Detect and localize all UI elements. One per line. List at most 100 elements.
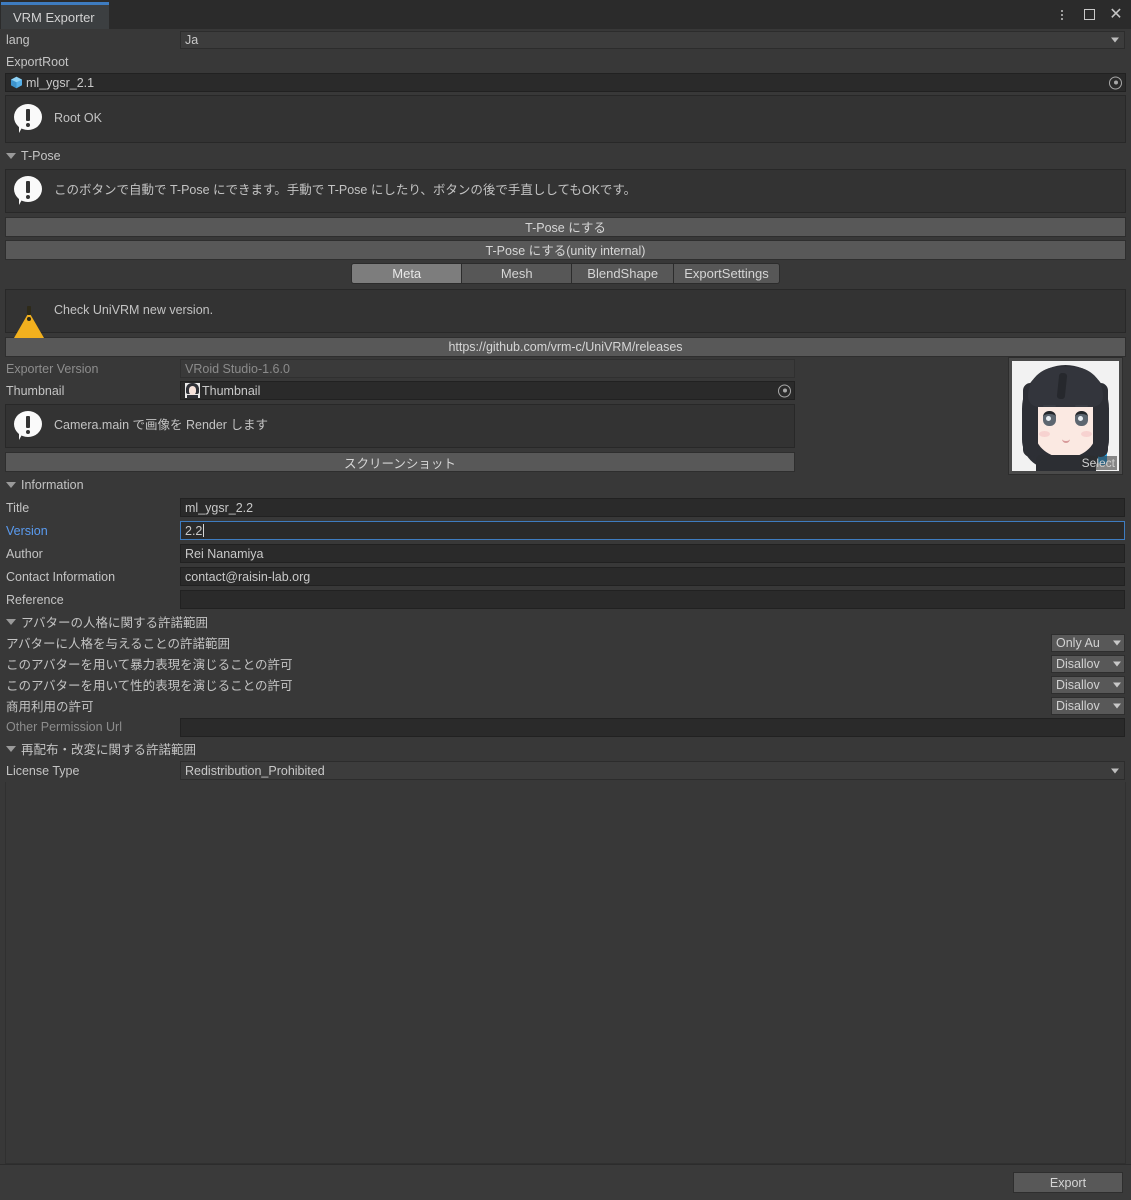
chevron-down-icon <box>6 482 16 488</box>
chevron-down-icon <box>1113 682 1121 687</box>
commercial-usage-dropdown[interactable]: Disallov <box>1051 696 1125 715</box>
thumbnail-preview-icon <box>185 383 200 398</box>
thumbnail-preview-panel[interactable]: Select <box>1008 357 1123 475</box>
object-picker-icon[interactable] <box>1109 76 1122 89</box>
lang-row: lang Ja <box>0 29 1131 51</box>
reference-input[interactable] <box>180 590 1125 609</box>
exporter-version-field: VRoid Studio-1.6.0 <box>180 359 795 378</box>
version-value: 2.2 <box>185 523 203 538</box>
violent-usage-label: このアバターを用いて暴力表現を演じることの許可 <box>6 658 293 672</box>
sexual-usage-label: このアバターを用いて性的表現を演じることの許可 <box>6 679 293 693</box>
info-icon <box>14 411 44 441</box>
version-input[interactable]: 2.2 <box>180 521 1125 540</box>
chevron-down-icon <box>1111 37 1119 43</box>
tpose-button[interactable]: T-Pose にする <box>5 216 1126 237</box>
other-permission-url-input[interactable] <box>180 717 1125 737</box>
license-type-value: Redistribution_Prohibited <box>185 763 325 778</box>
thumbnail-object-field[interactable]: Thumbnail <box>180 381 795 400</box>
chevron-down-icon <box>6 745 16 752</box>
univrm-releases-link-button[interactable]: https://github.com/vrm-c/UniVRM/releases <box>5 336 1126 357</box>
tab-mesh[interactable]: Mesh <box>461 263 572 284</box>
author-row: Author Rei Nanamiya <box>0 542 1131 565</box>
violent-usage-value: Disallov <box>1056 656 1100 671</box>
window-controls: ✕ <box>1053 0 1125 29</box>
redistribution-foldout[interactable]: 再配布・改変に関する許諾範囲 <box>0 738 1131 759</box>
violent-usage-row: このアバターを用いて暴力表現を演じることの許可 Disallov <box>0 653 1131 674</box>
root-status-message: Root OK <box>54 111 102 126</box>
thumbnail-row: Thumbnail Thumbnail <box>0 379 1131 402</box>
allowed-user-dropdown[interactable]: Only Au <box>1051 633 1125 652</box>
kebab-menu-icon[interactable] <box>1053 6 1071 24</box>
title-value: ml_ygsr_2.2 <box>185 500 254 515</box>
violent-usage-dropdown[interactable]: Disallov <box>1051 654 1125 673</box>
export-root-label: ExportRoot <box>6 54 69 69</box>
allowed-user-label: アバターに人格を与えることの許諾範囲 <box>6 637 231 651</box>
exporter-version-label: Exporter Version <box>6 361 99 376</box>
render-hint-text: Camera.main で画像を Render します <box>54 418 268 433</box>
tpose-foldout-label: T-Pose <box>21 149 61 163</box>
chevron-down-icon <box>1111 768 1119 773</box>
univrm-version-warning: Check UniVRM new version. <box>5 289 1126 338</box>
commercial-usage-row: 商用利用の許可 Disallov <box>0 695 1131 716</box>
footer-bar: Export <box>0 1164 1131 1200</box>
thumbnail-select-label[interactable]: Select <box>1079 456 1117 470</box>
lang-dropdown[interactable]: Ja <box>180 31 1125 49</box>
export-button[interactable]: Export <box>1013 1172 1123 1193</box>
exporter-version-row: Exporter Version VRoid Studio-1.6.0 <box>0 358 1131 379</box>
author-value: Rei Nanamiya <box>185 546 264 561</box>
personation-foldout[interactable]: アバターの人格に関する許諾範囲 <box>0 611 1131 632</box>
author-label: Author <box>6 546 43 561</box>
tpose-unity-internal-button[interactable]: T-Pose にする(unity internal) <box>5 239 1126 260</box>
information-foldout[interactable]: Information <box>0 474 1131 496</box>
title-label: Title <box>6 500 30 515</box>
export-root-label-row: ExportRoot <box>0 51 1131 72</box>
tab-blendshape[interactable]: BlendShape <box>571 263 674 284</box>
license-type-row: License Type Redistribution_Prohibited <box>0 759 1131 782</box>
exporter-version-value: VRoid Studio-1.6.0 <box>185 361 290 376</box>
personation-foldout-label: アバターの人格に関する許諾範囲 <box>21 616 209 630</box>
chevron-down-icon <box>1113 703 1121 708</box>
export-root-value: ml_ygsr_2.1 <box>26 75 95 90</box>
author-input[interactable]: Rei Nanamiya <box>180 544 1125 563</box>
chevron-down-icon <box>6 153 16 159</box>
license-type-label: License Type <box>6 763 80 778</box>
redistribution-foldout-label: 再配布・改変に関する許諾範囲 <box>21 743 197 757</box>
sexual-usage-row: このアバターを用いて性的表現を演じることの許可 Disallov <box>0 674 1131 695</box>
maximize-icon[interactable] <box>1080 6 1098 24</box>
tpose-helpbox: このボタンで自動で T-Pose にできます。手動で T-Pose にしたり、ボ… <box>5 169 1126 213</box>
tab-meta[interactable]: Meta <box>351 263 462 284</box>
sexual-usage-dropdown[interactable]: Disallov <box>1051 675 1125 694</box>
avatar-portrait-image: Select <box>1012 361 1119 471</box>
screenshot-button[interactable]: スクリーンショット <box>5 452 795 472</box>
window-tab-label: VRM Exporter <box>13 9 95 25</box>
thumbnail-value: Thumbnail <box>202 383 261 398</box>
root-status-helpbox: Root OK <box>5 95 1126 143</box>
tpose-foldout[interactable]: T-Pose <box>0 145 1131 167</box>
lang-label: lang <box>6 33 30 47</box>
prefab-cube-icon <box>10 76 23 89</box>
contact-information-input[interactable]: contact@raisin-lab.org <box>180 567 1125 586</box>
export-root-field-row: ml_ygsr_2.1 <box>0 72 1131 93</box>
warning-icon <box>14 297 44 338</box>
version-row: Version 2.2 <box>0 519 1131 542</box>
close-icon[interactable]: ✕ <box>1107 6 1125 24</box>
sexual-usage-value: Disallov <box>1056 677 1100 692</box>
contact-information-label: Contact Information <box>6 569 116 584</box>
chevron-down-icon <box>1113 661 1121 666</box>
contact-information-value: contact@raisin-lab.org <box>185 569 311 584</box>
commercial-usage-label: 商用利用の許可 <box>6 700 94 714</box>
chevron-down-icon <box>6 618 16 625</box>
info-icon <box>14 176 44 206</box>
title-input[interactable]: ml_ygsr_2.2 <box>180 498 1125 517</box>
render-hint-helpbox: Camera.main で画像を Render します <box>5 404 795 448</box>
tab-exportsettings[interactable]: ExportSettings <box>673 263 780 284</box>
license-type-dropdown[interactable]: Redistribution_Prohibited <box>180 761 1125 780</box>
info-icon <box>14 104 44 134</box>
window-titlebar: VRM Exporter ✕ <box>0 0 1131 29</box>
allowed-user-row: アバターに人格を与えることの許諾範囲 Only Au <box>0 632 1131 653</box>
reference-row: Reference <box>0 588 1131 611</box>
window-tab-vrm-exporter[interactable]: VRM Exporter <box>1 2 109 29</box>
export-root-object-field[interactable]: ml_ygsr_2.1 <box>5 73 1126 92</box>
object-picker-icon[interactable] <box>778 384 791 397</box>
commercial-usage-value: Disallov <box>1056 698 1100 713</box>
